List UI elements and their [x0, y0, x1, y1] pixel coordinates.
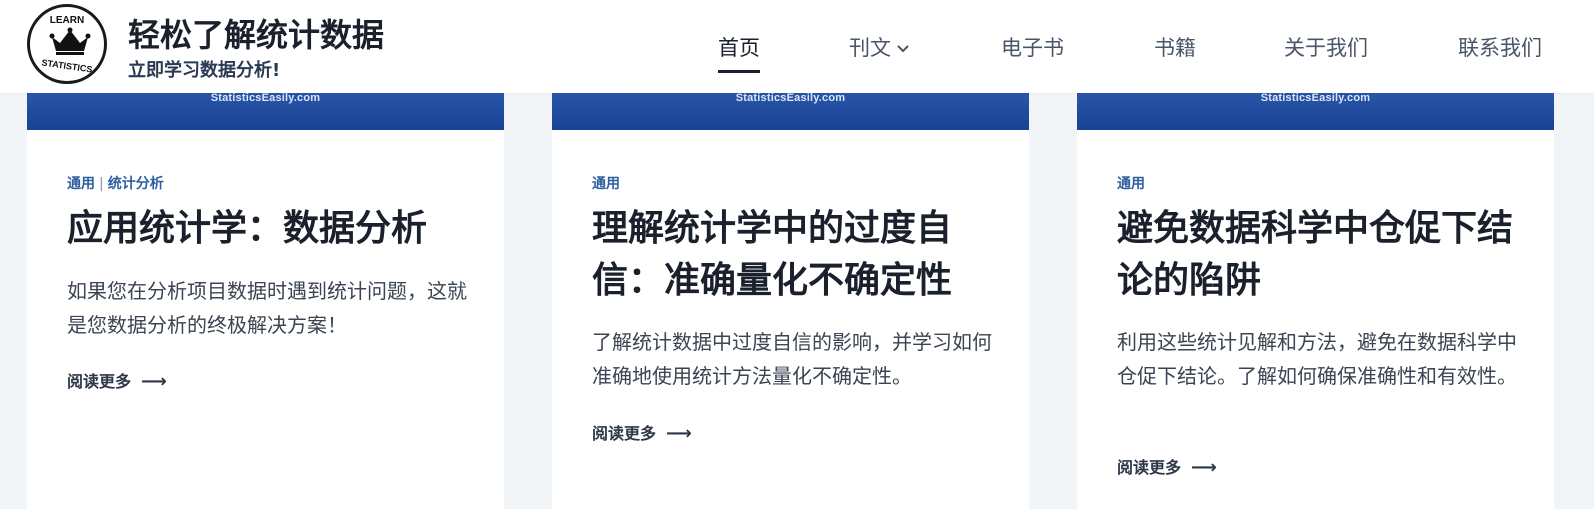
post-excerpt: 了解统计数据中过度自信的影响，并学习如何准确地使用统计方法量化不确定性。: [592, 330, 992, 388]
post-excerpt: 利用这些统计见解和方法，避免在数据科学中仓促下结论。了解如何确保准确性和有效性。: [1117, 330, 1517, 388]
post-categories: 通用: [1117, 173, 1145, 193]
thumbnail-caption: StatisticsEasily.com: [735, 92, 846, 104]
nav-item-label: 刊文: [849, 36, 891, 60]
thumbnail-caption: StatisticsEasily.com: [210, 92, 321, 104]
category-separator: |: [99, 176, 104, 192]
site-logo[interactable]: LEARN STATISTICS: [27, 4, 107, 84]
nav-item-label: 关于我们: [1284, 36, 1368, 60]
read-more-link[interactable]: 阅读更多 ⟶: [1117, 454, 1217, 478]
post-title[interactable]: 理解统计学中的过度自信：准确量化不确定性: [592, 203, 1002, 307]
read-more-label: 阅读更多: [1117, 458, 1182, 477]
category-link[interactable]: 通用: [67, 176, 95, 192]
read-more-link[interactable]: 阅读更多 ⟶: [592, 420, 692, 444]
site-tagline: 立即学习数据分析!: [128, 60, 281, 81]
arrow-right-icon: ⟶: [141, 371, 167, 392]
read-more-label: 阅读更多: [592, 424, 657, 443]
site-title[interactable]: 轻松了解统计数据: [128, 10, 384, 56]
post-categories: 通用 | 统计分析: [67, 173, 164, 193]
site-header: LEARN STATISTICS 轻松了解统计数据 立即学习数据分析! 首页 刊…: [0, 0, 1594, 93]
post-title[interactable]: 应用统计学：数据分析: [67, 203, 477, 255]
nav-item-books[interactable]: 书籍: [1154, 32, 1196, 62]
active-indicator: [718, 70, 760, 73]
crown-icon: [49, 27, 91, 55]
category-link[interactable]: 统计分析: [108, 176, 164, 192]
thumbnail-caption: StatisticsEasily.com: [1260, 92, 1371, 104]
nav-item-label: 首页: [718, 36, 760, 60]
nav-item-about[interactable]: 关于我们: [1284, 32, 1368, 62]
nav-item-label: 书籍: [1154, 36, 1196, 60]
post-categories: 通用: [592, 173, 620, 193]
nav-item-ebooks[interactable]: 电子书: [1001, 32, 1064, 62]
chevron-down-icon: [897, 45, 909, 53]
category-link[interactable]: 通用: [592, 176, 620, 192]
logo-text-top: LEARN: [49, 15, 85, 26]
post-excerpt: 如果您在分析项目数据时遇到统计问题，这就是您数据分析的终极解决方案！: [67, 279, 467, 337]
category-link[interactable]: 通用: [1117, 176, 1145, 192]
nav-item-label: 联系我们: [1458, 36, 1542, 60]
nav-item-articles[interactable]: 刊文: [849, 32, 909, 62]
nav-item-home[interactable]: 首页: [718, 32, 760, 73]
arrow-right-icon: ⟶: [1191, 457, 1217, 478]
post-title[interactable]: 避免数据科学中仓促下结论的陷阱: [1117, 203, 1527, 307]
nav-item-contact[interactable]: 联系我们: [1458, 32, 1542, 62]
read-more-label: 阅读更多: [67, 372, 132, 391]
read-more-link[interactable]: 阅读更多 ⟶: [67, 368, 167, 392]
logo-text-bottom: STATISTICS: [40, 57, 94, 75]
nav-item-label: 电子书: [1001, 36, 1064, 60]
arrow-right-icon: ⟶: [666, 423, 692, 444]
